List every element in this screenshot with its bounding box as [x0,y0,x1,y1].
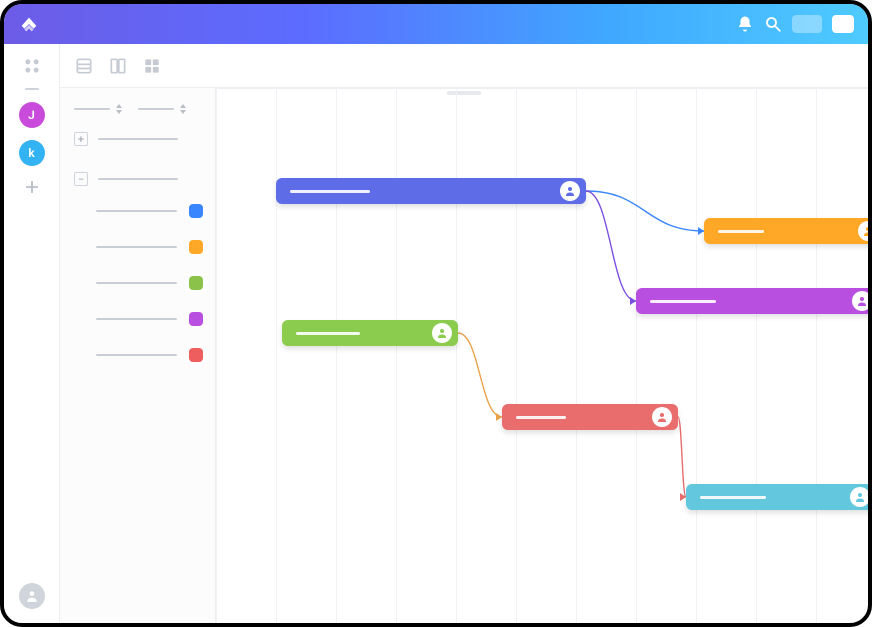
placeholder-line [516,416,566,419]
gantt-bar[interactable] [276,178,586,204]
placeholder-line [138,108,174,110]
task-row[interactable] [74,272,203,294]
placeholder-line [74,108,110,110]
task-row[interactable] [74,308,203,330]
gantt-bar[interactable] [282,320,458,346]
placeholder-line [98,138,178,140]
collapse-icon[interactable]: − [74,172,88,186]
view-strip [60,44,868,88]
avatar-k[interactable]: k [19,140,45,166]
placeholder-line [650,300,716,303]
assignee-avatar[interactable] [858,221,868,241]
expand-icon[interactable]: + [74,132,88,146]
grid-view-icon[interactable] [142,56,162,76]
gantt-bar[interactable] [704,218,868,244]
notifications-icon[interactable] [736,15,754,33]
placeholder-line [98,178,178,180]
search-icon[interactable] [764,15,782,33]
topbar-chip-1[interactable] [792,15,822,33]
task-row[interactable] [74,236,203,258]
add-workspace-icon[interactable] [23,178,41,196]
assignee-avatar[interactable] [652,407,672,427]
rail-divider [25,88,39,90]
placeholder-line [718,230,764,233]
topbar [4,4,868,44]
gantt-grid [216,88,868,623]
group-collapsed[interactable]: + [74,132,203,146]
app-logo[interactable] [18,13,40,35]
avatar-j[interactable]: J [19,102,45,128]
sort-dropdown-1[interactable] [74,104,122,114]
placeholder-line [290,190,370,193]
content: + − [60,88,868,623]
assignee-avatar[interactable] [850,487,868,507]
task-sidebar: + − [60,88,216,623]
avatar-k-initial: k [28,146,34,160]
placeholder-line [96,354,177,356]
placeholder-line [96,282,177,284]
group-expanded[interactable]: − [74,172,203,186]
profile-avatar[interactable] [19,583,45,609]
gantt-bar[interactable] [502,404,678,430]
assignee-avatar[interactable] [560,181,580,201]
list-view-icon[interactable] [74,56,94,76]
left-rail: J k [4,44,60,623]
placeholder-line [96,318,177,320]
placeholder-line [96,210,177,212]
gantt-bar[interactable] [636,288,868,314]
status-chip [189,240,203,254]
apps-icon[interactable] [22,56,42,76]
placeholder-line [700,496,766,499]
app-window: J k [0,0,872,627]
status-chip [189,312,203,326]
status-chip [189,276,203,290]
gantt-bar[interactable] [686,484,868,510]
placeholder-line [296,332,360,335]
sort-dropdown-2[interactable] [138,104,186,114]
assignee-avatar[interactable] [852,291,868,311]
placeholder-line [96,246,177,248]
gantt-area[interactable] [216,88,868,623]
avatar-j-initial: J [28,108,35,122]
board-view-icon[interactable] [108,56,128,76]
task-row[interactable] [74,200,203,222]
assignee-avatar[interactable] [432,323,452,343]
status-chip [189,348,203,362]
task-row[interactable] [74,344,203,366]
topbar-chip-2[interactable] [832,15,854,33]
status-chip [189,204,203,218]
